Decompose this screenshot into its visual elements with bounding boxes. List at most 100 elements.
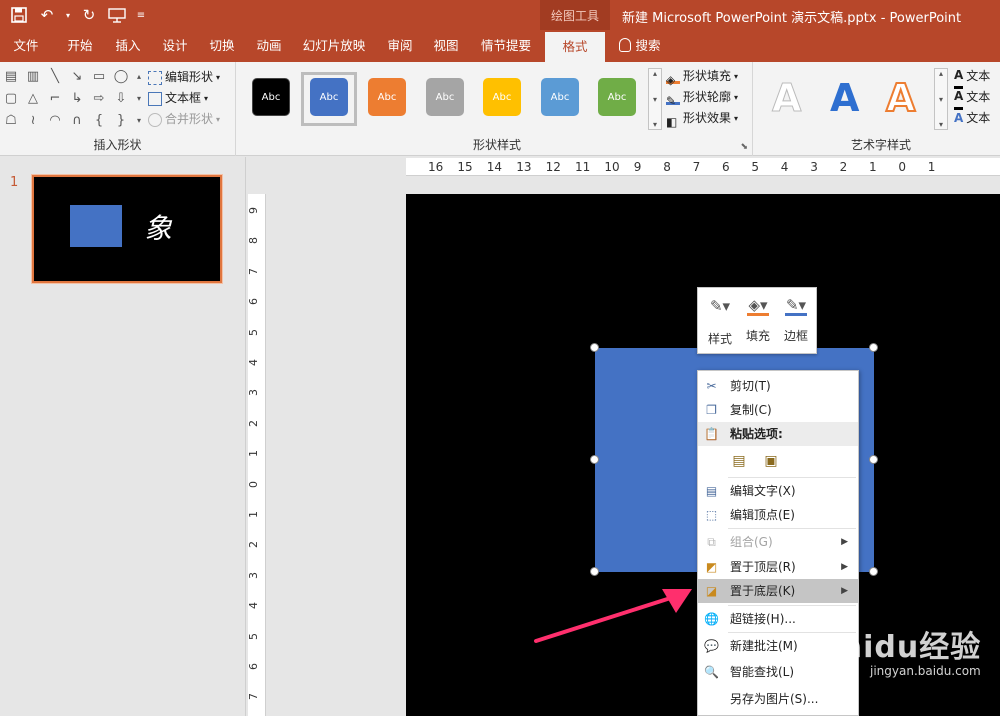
resize-handle-left[interactable] [590,455,599,464]
shape-styles-launcher-icon[interactable]: ⬊ [740,142,748,152]
horizontal-ruler: 16 15 14 13 12 11 10 9 8 7 6 5 4 3 2 1 0 1 [406,158,1000,176]
tab-storyboarding[interactable]: 情节提要 [474,30,538,62]
scroll-up-icon[interactable]: ▴ [130,68,148,86]
annotation-arrow [534,589,692,643]
tab-format[interactable]: 格式 [545,32,605,62]
vertical-textbox-shape-icon[interactable]: ▥ [24,68,42,86]
triangle-shape-icon[interactable]: △ [24,90,42,108]
style-swatch-2[interactable]: Abc [310,78,348,116]
undo-icon[interactable]: ↶ [36,4,58,26]
shape-effects-button[interactable]: ◧ 形状效果 ▾ [666,108,738,129]
customize-qat-icon[interactable]: ≡ [134,4,148,26]
lightbulb-icon [619,38,632,52]
tab-search[interactable]: 搜索 [612,30,668,62]
style-swatch-1[interactable]: Abc [252,78,290,116]
scroll-down-icon[interactable]: ▾ [130,90,148,108]
arc-shape-icon[interactable]: ◠ [46,112,64,130]
mini-fill-button[interactable]: ◈▾ 填充 [740,294,776,350]
border-pen-icon: ✎▾ [785,296,807,316]
pen-icon: ✎ [666,91,680,108]
effects-icon: ◧ [666,114,678,129]
resize-handle-top-left[interactable] [590,343,599,352]
mini-border-button[interactable]: ✎▾ 边框 [778,294,814,350]
tab-animations[interactable]: 动画 [246,30,292,62]
tab-insert[interactable]: 插入 [106,30,150,62]
left-brace-shape-icon[interactable]: { [90,112,108,130]
menu-item-edit-points[interactable]: ⬚ 编辑顶点(E) [698,503,858,527]
freeform-shape-icon[interactable]: ☖ [2,112,20,130]
style-swatch-4[interactable]: Abc [426,78,464,116]
title-bar: ↶ ▾ ↻ ≡ 绘图工具 新建 Microsoft PowerPoint 演示文… [0,0,1000,30]
menu-item-group[interactable]: ⧉ 组合(G) ▶ [698,530,858,554]
text-fill-button[interactable]: A 文本 [954,66,990,89]
tab-file[interactable]: 文件 [4,30,48,62]
presentation-start-icon[interactable] [106,4,128,26]
scissors-icon: ✂ [706,379,717,393]
resize-handle-bottom-right[interactable] [869,567,878,576]
save-icon[interactable] [8,4,30,26]
tab-view[interactable]: 视图 [424,30,468,62]
down-arrow-shape-icon[interactable]: ⇩ [112,90,130,108]
copy-icon: ❐ [706,403,717,417]
wordart-style-2[interactable]: A [830,76,859,120]
dropdown-arrow-icon[interactable]: ▾ [64,4,72,26]
tab-slideshow[interactable]: 幻灯片放映 [296,30,372,62]
merge-shapes-button[interactable]: 合并形状 ▾ [148,109,220,130]
menu-item-send-to-back[interactable]: ◪ 置于底层(K) ▶ [698,579,858,603]
textbox-shape-icon[interactable]: ▤ [2,68,20,86]
wordart-style-1[interactable]: A [771,76,801,121]
style-icon: ✎▾ [709,297,731,315]
mini-style-button[interactable]: ✎▾ 样式 [702,294,738,350]
line-shape-icon[interactable]: ╲ [46,68,64,86]
oval-shape-icon[interactable]: ◯ [112,68,130,86]
wordart-gallery-scroll[interactable]: ▴ ▾ ▾ [934,68,948,130]
edit-points-icon: ⬚ [705,508,718,522]
wordart-style-3[interactable]: A [885,75,916,121]
rectangle-shape-icon[interactable]: ▭ [90,68,108,86]
edit-shape-button[interactable]: 编辑形状 ▾ [148,67,220,88]
ruler-tick-label: 2 [839,160,848,174]
curve-shape-icon[interactable]: ∩ [68,112,86,130]
redo-icon[interactable]: ↻ [78,4,100,26]
resize-handle-top-right[interactable] [869,343,878,352]
tab-design[interactable]: 设计 [152,30,198,62]
rounded-rect-shape-icon[interactable]: ▢ [2,90,20,108]
document-title: 新建 Microsoft PowerPoint 演示文稿.pptx - Powe… [622,11,962,26]
text-effects-button[interactable]: A 文本 [954,108,990,129]
shape-fill-button[interactable]: ◈ 形状填充 ▾ [666,66,738,87]
paste-as-picture-icon[interactable]: ▣ [760,450,782,472]
style-swatch-3[interactable]: Abc [368,78,406,116]
tab-review[interactable]: 审阅 [378,30,422,62]
wordart-gallery: A A A [760,68,950,132]
quick-access-toolbar: ↶ ▾ ↻ ≡ [8,4,148,26]
ruler-tick-label: 5 [247,632,260,640]
paste-keep-source-icon[interactable]: ▤ [728,450,750,472]
menu-item-save-as-picture[interactable]: 另存为图片(S)... [698,687,858,711]
ruler-tick-label: 3 [247,571,260,579]
tab-home[interactable]: 开始 [58,30,102,62]
arrow-line-shape-icon[interactable]: ↘ [68,68,86,86]
style-swatch-5[interactable]: Abc [483,78,521,116]
scribble-shape-icon[interactable]: ≀ [24,112,42,130]
slide-thumbnail-1[interactable]: 象 [31,174,223,284]
shape-outline-button[interactable]: ✎ 形状轮廓 ▾ [666,87,738,108]
menu-item-edit-text[interactable]: ▤ 编辑文字(X) [698,479,858,503]
resize-handle-bottom-left[interactable] [590,567,599,576]
menu-item-bring-to-front[interactable]: ◩ 置于顶层(R) ▶ [698,555,858,579]
contextual-tab-group-label: 绘图工具 [540,0,610,30]
text-outline-button[interactable]: A 文本 [954,87,990,110]
style-swatch-6[interactable]: Abc [541,78,579,116]
more-shapes-icon[interactable]: ▾ [130,112,148,130]
style-swatch-7[interactable]: Abc [598,78,636,116]
menu-item-copy[interactable]: ❐ 复制(C) [698,398,858,422]
text-box-button[interactable]: 文本框 ▾ [148,88,220,109]
right-brace-shape-icon[interactable]: } [112,112,130,130]
menu-item-cut[interactable]: ✂ 剪切(T) [698,374,858,398]
right-arrow-shape-icon[interactable]: ⇨ [90,90,108,108]
tab-transitions[interactable]: 切换 [200,30,244,62]
elbow-arrow-shape-icon[interactable]: ↳ [68,90,86,108]
elbow-connector-shape-icon[interactable]: ⌐ [46,90,64,108]
group-icon: ⧉ [707,535,716,549]
styles-gallery-scroll[interactable]: ▴ ▾ ▾ [648,68,662,130]
resize-handle-right[interactable] [869,455,878,464]
